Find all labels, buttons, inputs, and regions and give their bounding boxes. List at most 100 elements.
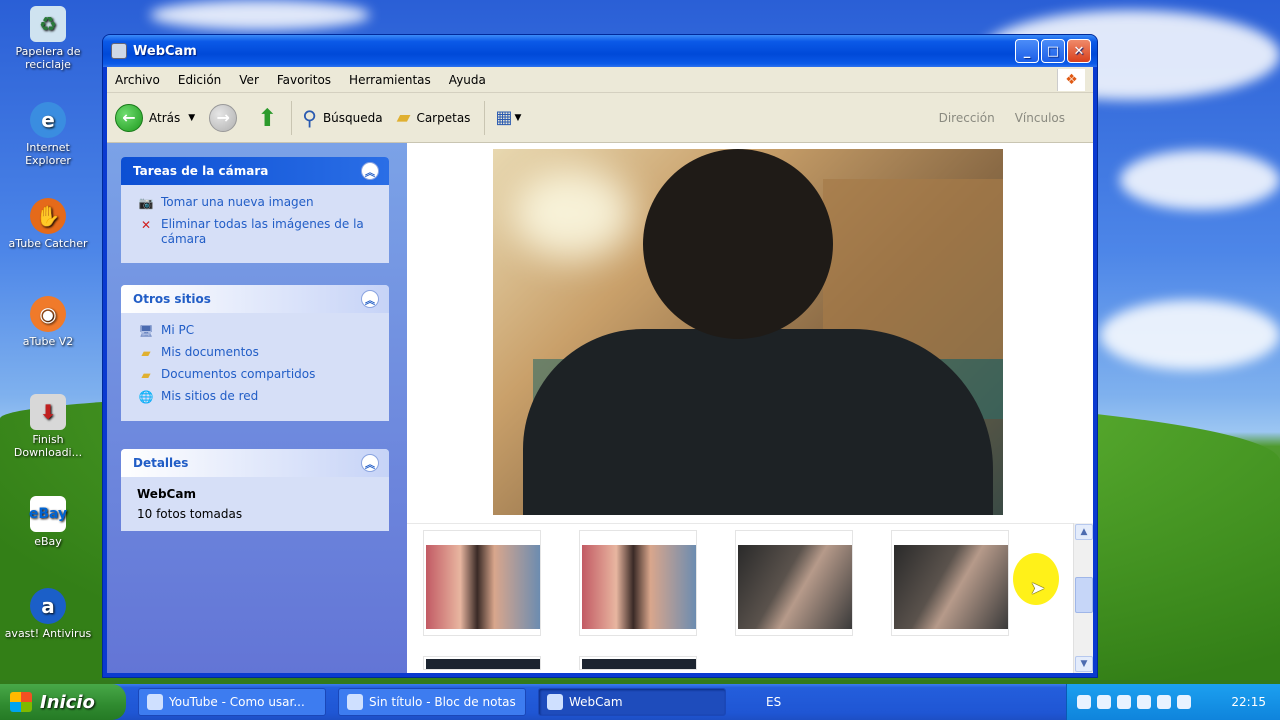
collapse-icon[interactable]: ︽	[361, 162, 379, 180]
volume-icon[interactable]	[1157, 695, 1171, 709]
start-button[interactable]: Inicio	[0, 684, 126, 720]
dropdown-arrow-icon[interactable]: ▼	[188, 113, 195, 123]
desktop-cloud	[1120, 150, 1280, 210]
menu-ver[interactable]: Ver	[239, 73, 259, 87]
photo-image	[582, 659, 696, 669]
up-folder-button[interactable]: ⬆	[257, 104, 277, 132]
desktop-icon-label: Papelera de reciclaje	[15, 45, 81, 71]
details-header[interactable]: Detalles ︽	[121, 449, 389, 477]
network-tray-icon[interactable]	[1137, 695, 1151, 709]
views-icon: ▦	[495, 107, 513, 128]
collapse-icon[interactable]: ︽	[361, 290, 379, 308]
address-label[interactable]: Dirección	[939, 111, 995, 125]
camera-icon: 📷	[138, 195, 154, 210]
maximize-button[interactable]: □	[1041, 39, 1065, 63]
photo-image	[426, 659, 540, 669]
preview-person-body	[523, 329, 993, 515]
take-picture-label: Tomar una nueva imagen	[161, 195, 314, 209]
antivirus-tray-icon[interactable]	[1177, 695, 1191, 709]
camera-icon	[547, 694, 563, 710]
avast-icon: a	[30, 588, 66, 624]
vertical-scrollbar[interactable]: ▲ ▼	[1073, 523, 1093, 673]
delete-icon: ✕	[140, 217, 152, 232]
my-documents-link[interactable]: ▰ Mis documentos	[137, 345, 377, 361]
minimize-button[interactable]: _	[1015, 39, 1039, 63]
windows-flag-icon	[10, 692, 32, 712]
forward-button[interactable]: →	[209, 103, 243, 132]
shared-documents-link[interactable]: ▰ Documentos compartidos	[137, 367, 377, 383]
tray-icon[interactable]	[1097, 695, 1111, 709]
internet-explorer-icon	[147, 694, 163, 710]
network-places-link[interactable]: 🌐 Mis sitios de red	[137, 389, 377, 405]
links-label[interactable]: Vínculos	[1015, 111, 1065, 125]
details-title: Detalles	[133, 456, 189, 470]
back-label: Atrás	[149, 110, 181, 125]
menu-ayuda[interactable]: Ayuda	[449, 73, 486, 87]
desktop-icon-internet-explorer[interactable]: e Internet Explorer	[4, 102, 92, 167]
mouse-cursor-icon: ➤	[1030, 578, 1046, 599]
back-button[interactable]: ← Atrás ▼	[115, 103, 195, 132]
tray-icon[interactable]	[1077, 695, 1091, 709]
tray-icon[interactable]	[1117, 695, 1131, 709]
camera-icon	[111, 43, 127, 59]
menu-favoritos[interactable]: Favoritos	[277, 73, 331, 87]
search-button[interactable]: ⚲ Búsqueda	[302, 106, 382, 130]
task-pane: Tareas de la cámara ︽ 📷 Tomar una nueva …	[107, 143, 407, 673]
desktop-icon-ebay[interactable]: eBay eBay	[4, 496, 92, 548]
preview-light	[513, 169, 633, 259]
photo-thumbnail[interactable]	[423, 656, 541, 670]
desktop-cloud	[150, 0, 370, 30]
my-computer-link[interactable]: 🖥 Mi PC	[137, 323, 377, 339]
back-arrow-icon: ←	[115, 103, 143, 132]
photo-image	[426, 545, 540, 629]
clock[interactable]: 22:15	[1231, 695, 1266, 709]
language-indicator[interactable]: ES	[766, 695, 781, 709]
photo-image	[894, 545, 1008, 629]
taskbar-item-webcam[interactable]: WebCam	[538, 688, 726, 716]
menu-archivo[interactable]: Archivo	[115, 73, 160, 87]
my-computer-label: Mi PC	[161, 323, 195, 337]
desktop-icon-atube-catcher[interactable]: ✋ aTube Catcher	[4, 198, 92, 250]
window-titlebar[interactable]: WebCam _ □ ✕	[103, 35, 1097, 67]
photo-thumbnail[interactable]	[735, 530, 853, 636]
search-label: Búsqueda	[322, 110, 383, 125]
taskbar-item-notepad[interactable]: Sin título - Bloc de notas	[338, 688, 526, 716]
toolbar-separator	[484, 100, 486, 135]
close-button[interactable]: ✕	[1067, 39, 1091, 63]
ebay-icon: eBay	[29, 496, 67, 532]
preview-person-head	[643, 149, 833, 339]
atube-icon: ◉	[30, 296, 66, 332]
photo-thumbnails	[407, 523, 1073, 673]
start-label: Inicio	[40, 691, 95, 713]
photo-thumbnail[interactable]	[579, 530, 697, 636]
camera-tasks-header[interactable]: Tareas de la cámara ︽	[121, 157, 389, 185]
taskbar-item-label: YouTube - Como usar...	[169, 695, 305, 709]
desktop-icon-avast[interactable]: a avast! Antivirus	[4, 588, 92, 640]
desktop-icon-atube[interactable]: ◉ aTube V2	[4, 296, 92, 348]
other-places-header[interactable]: Otros sitios ︽	[121, 285, 389, 313]
photo-thumbnail[interactable]	[579, 656, 697, 670]
menu-edicion[interactable]: Edición	[178, 73, 221, 87]
take-picture-link[interactable]: 📷 Tomar una nueva imagen	[137, 195, 377, 211]
scroll-down-icon[interactable]: ▼	[1075, 656, 1093, 672]
collapse-icon[interactable]: ︽	[361, 454, 379, 472]
details-text: 10 fotos tomadas	[137, 507, 243, 521]
delete-all-link[interactable]: ✕ Eliminar todas las imágenes de la cáma…	[137, 217, 377, 247]
menu-herramientas[interactable]: Herramientas	[349, 73, 431, 87]
scrollbar-thumb[interactable]	[1075, 577, 1093, 613]
webcam-content: ▲ ▼	[407, 143, 1093, 673]
folders-button[interactable]: ▰ Carpetas	[397, 107, 471, 128]
views-button[interactable]: ▦ ▼	[495, 107, 521, 128]
windows-logo-icon: ❖	[1057, 69, 1085, 91]
photo-thumbnail[interactable]	[891, 530, 1009, 636]
desktop-icon-recycle-bin[interactable]: ♻ Papelera de reciclaje	[4, 6, 92, 71]
photo-thumbnail[interactable]	[423, 530, 541, 636]
folders-label: Carpetas	[416, 110, 471, 125]
taskbar-item-youtube[interactable]: YouTube - Como usar...	[138, 688, 326, 716]
toolbar: ← Atrás ▼ → ⬆ ⚲ Búsqueda ▰ Carpetas ▦ ▼ …	[107, 93, 1093, 143]
scroll-up-icon[interactable]: ▲	[1075, 524, 1093, 540]
desktop-icon-label: Finish Downloadi...	[13, 433, 83, 459]
internet-explorer-icon: e	[30, 102, 66, 138]
camera-tasks-title: Tareas de la cámara	[133, 164, 269, 178]
desktop-icon-finish-downloads[interactable]: ⬇ Finish Downloadi...	[4, 394, 92, 459]
